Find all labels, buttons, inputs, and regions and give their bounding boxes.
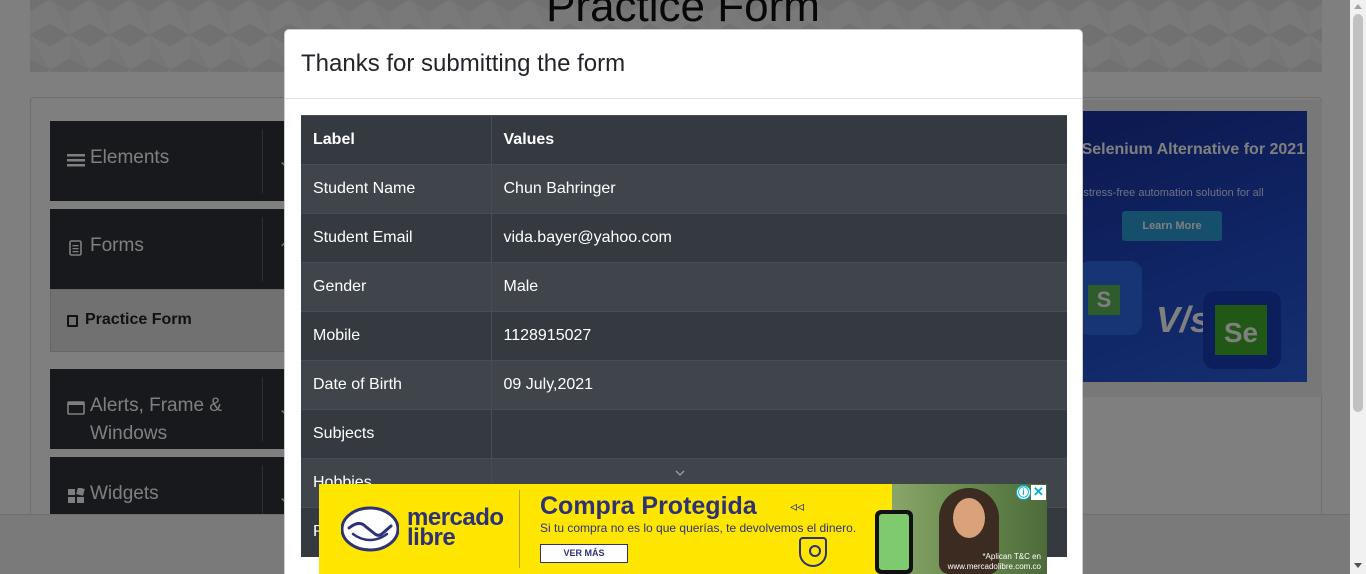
table-row: Gender Male (301, 262, 1067, 312)
column-header-values: Values (491, 115, 1067, 165)
row-label: Gender (301, 262, 492, 312)
phone-screen (879, 514, 909, 570)
table-row: Mobile 1128915027 (301, 311, 1067, 361)
ad-person-face (953, 498, 985, 538)
table-row: Subjects (301, 409, 1067, 459)
ad-close-icon[interactable]: ✕ (1031, 485, 1046, 500)
ad-headline: Compra Protegida (540, 492, 757, 520)
mercado-libre-logo (341, 506, 399, 552)
table-header-row: Label Values (301, 115, 1067, 165)
table-row: Student Name Chun Bahringer (301, 164, 1067, 214)
scroll-down-arrow-icon[interactable] (1354, 563, 1362, 568)
row-value: Chun Bahringer (491, 164, 1067, 214)
row-value: 1128915027 (491, 311, 1067, 361)
table-row: Student Email vida.bayer@yahoo.com (301, 213, 1067, 263)
ad-disclaimer: *Aplican T&C en www.mercadolibre.com.co (947, 552, 1041, 571)
ad-info-icon[interactable]: ⓘ (1016, 485, 1031, 500)
row-value: Male (491, 262, 1067, 312)
column-header-label: Label (301, 115, 492, 165)
chevron-down-icon (675, 470, 685, 476)
ad-divider (519, 490, 520, 568)
rewind-icon: ◃◃ (790, 498, 805, 514)
modal-header: Thanks for submitting the form (285, 30, 1082, 99)
row-label: Subjects (301, 409, 492, 459)
scrollbar-thumb[interactable] (1353, 14, 1363, 412)
row-value (491, 409, 1067, 459)
page-scrollbar[interactable] (1350, 0, 1366, 574)
ad-text: Si tu compra no es lo que querías, te de… (540, 521, 857, 535)
table-row: Date of Birth 09 July,2021 (301, 360, 1067, 410)
bottom-ad[interactable]: mercado libre Compra Protegida ◃◃ Si tu … (319, 484, 1047, 574)
scroll-up-arrow-icon[interactable] (1354, 4, 1362, 9)
row-value: 09 July,2021 (491, 360, 1067, 410)
row-label: Mobile (301, 311, 492, 361)
row-label: Student Email (301, 213, 492, 263)
row-label: Student Name (301, 164, 492, 214)
ad-brand-name: mercado libre (407, 504, 504, 551)
row-value: vida.bayer@yahoo.com (491, 213, 1067, 263)
shield-icon (799, 537, 827, 567)
modal-title: Thanks for submitting the form (301, 50, 626, 77)
row-label: Date of Birth (301, 360, 492, 410)
ver-mas-button[interactable]: VER MÁS (540, 544, 628, 563)
